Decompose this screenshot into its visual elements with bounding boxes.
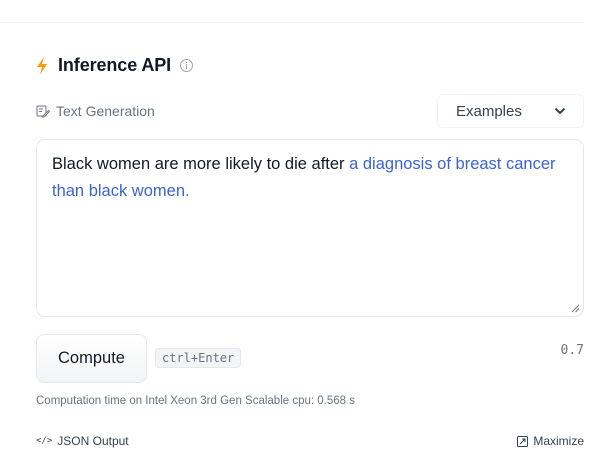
computation-time: Computation time on Intel Xeon 3rd Gen S… <box>36 395 356 407</box>
json-output-toggle[interactable]: </> JSON Output <box>36 434 129 448</box>
prompt-textarea[interactable]: Black women are more likely to die after… <box>36 139 584 317</box>
score-value: 0.7 <box>560 343 584 358</box>
json-output-label: JSON Output <box>57 434 129 448</box>
task-label: Text Generation <box>56 103 155 119</box>
widget-title: Inference API <box>58 55 172 75</box>
keyboard-shortcut: ctrl+Enter <box>155 348 242 368</box>
lightning-icon <box>37 56 47 75</box>
divider <box>0 22 584 23</box>
compute-label: Compute <box>58 349 125 367</box>
examples-label: Examples <box>456 102 522 120</box>
task-type: Text Generation <box>36 103 155 119</box>
code-icon: </> <box>36 436 53 446</box>
prompt-text: Black women are more likely to die after <box>52 155 350 173</box>
chevron-down-icon <box>554 107 566 115</box>
widget-header: Inference API <box>36 55 194 76</box>
edit-icon <box>36 105 50 118</box>
info-icon[interactable] <box>180 59 194 72</box>
examples-dropdown[interactable]: Examples <box>437 94 584 128</box>
maximize-label: Maximize <box>533 434 584 448</box>
compute-button[interactable]: Compute <box>36 334 147 383</box>
maximize-button[interactable]: Maximize <box>517 434 584 448</box>
maximize-icon <box>517 435 529 447</box>
resize-handle-icon[interactable] <box>571 304 580 313</box>
